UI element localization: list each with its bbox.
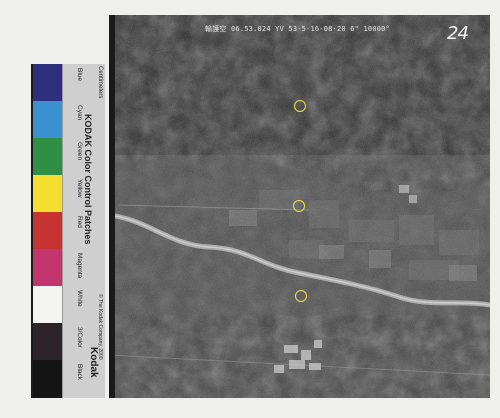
kodak-logo: Kodak (88, 347, 99, 378)
color-patch-3-color (33, 323, 62, 360)
color-patch-blue (33, 64, 62, 101)
patch-label-red: Red (76, 216, 83, 228)
target-circle-marker (294, 100, 306, 112)
color-patch-white (33, 286, 62, 323)
color-patch-magenta (33, 249, 62, 286)
photo-header-text: 輸護空 06.53.024 YV 53-5-16-08·20 6" 10000° (205, 25, 390, 33)
patch-label-green: Green (76, 142, 83, 161)
patch-label-3-color: 3/Color (76, 327, 83, 348)
target-circle-marker (295, 290, 307, 302)
color-patch-green (33, 138, 62, 175)
color-patch-yellow (33, 175, 62, 212)
patch-label-magenta: Magenta (76, 253, 83, 279)
kodak-color-control-card: Centimeters KODAK Color Control Patches … (31, 64, 105, 398)
patch-label-blue: Blue (76, 68, 83, 82)
color-patch-cyan (33, 101, 62, 138)
target-circle-marker (293, 200, 305, 212)
patch-label-yellow: Yellow (76, 179, 83, 198)
color-patch-red (33, 212, 62, 249)
color-card-label-strip: Centimeters KODAK Color Control Patches … (62, 64, 105, 398)
color-patch-black (33, 360, 62, 398)
centimeters-label: Centimeters (97, 66, 103, 99)
patch-label-white: White (76, 290, 83, 307)
brand-title: KODAK Color Control Patches (83, 114, 93, 245)
scanned-aerial-photo: 輸護空 06.53.024 YV 53-5-16-08·20 6" 10000°… (0, 0, 500, 418)
patch-label-cyan: Cyan (76, 105, 83, 121)
frame-number: 24 (447, 23, 469, 44)
patch-label-black: Black (76, 364, 83, 380)
